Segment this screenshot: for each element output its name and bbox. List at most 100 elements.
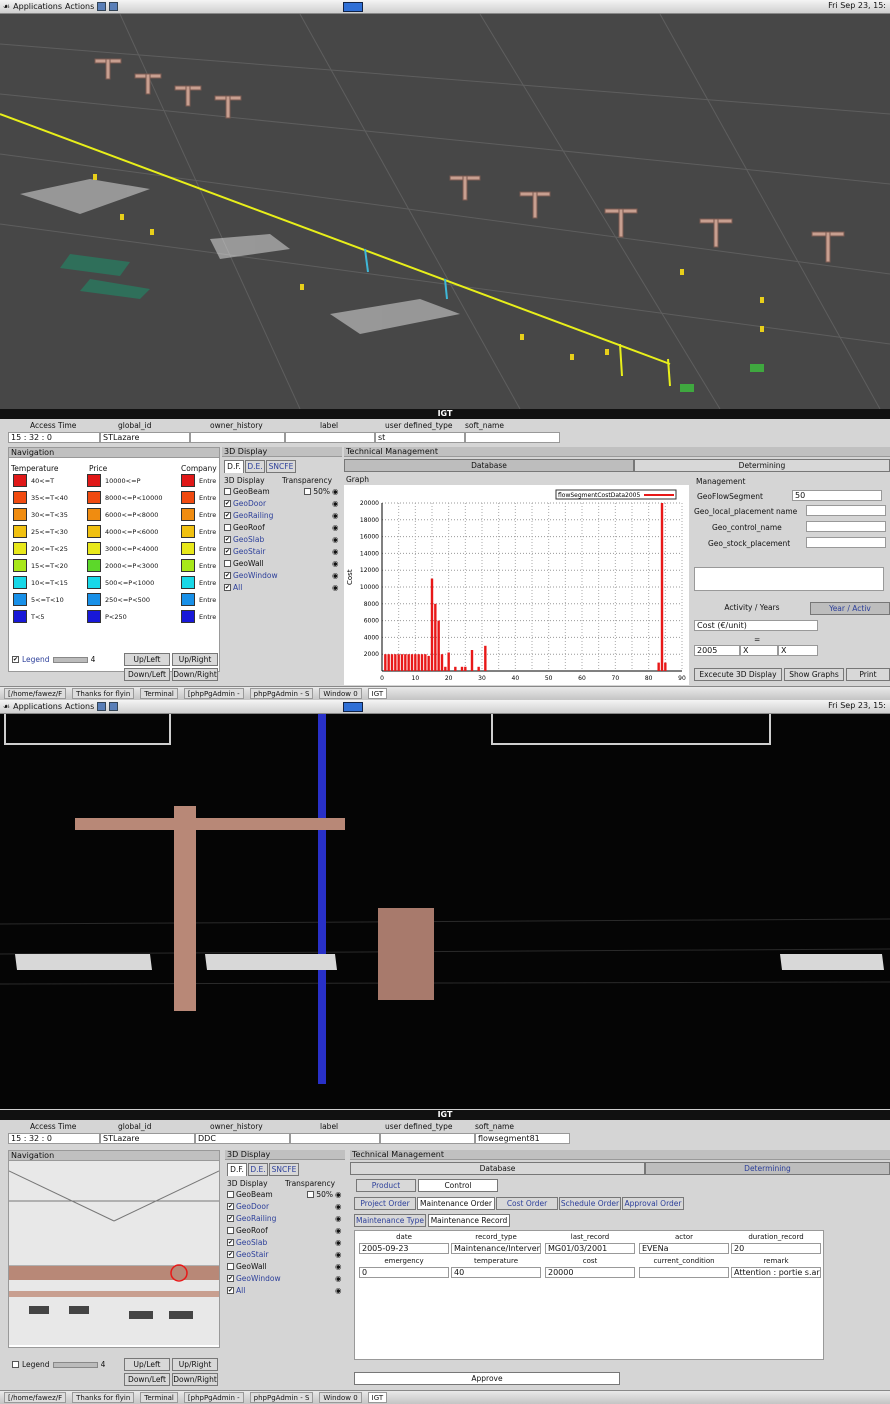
element-radio[interactable]: ◉ <box>332 547 342 556</box>
element-radio[interactable]: ◉ <box>332 571 342 580</box>
up-right-button[interactable]: Up/Right <box>172 653 218 666</box>
legend-slider[interactable] <box>52 656 88 663</box>
access-time-field[interactable]: 15 : 32 : 0 <box>8 432 100 443</box>
year-select[interactable]: 2005 <box>694 645 740 656</box>
legend-checkbox[interactable] <box>12 1361 19 1368</box>
control-name-select[interactable] <box>806 521 886 532</box>
selection-list[interactable] <box>694 567 884 591</box>
element-checkbox[interactable]: ✔ <box>227 1286 234 1294</box>
record-value-3[interactable] <box>639 1267 729 1278</box>
element-checkbox[interactable]: ✔ <box>224 511 231 519</box>
determining-tab[interactable]: Determining <box>634 459 890 472</box>
element-radio[interactable]: ◉ <box>335 1274 345 1283</box>
element-radio[interactable]: ◉ <box>332 523 342 532</box>
element-radio[interactable]: ◉ <box>335 1286 345 1295</box>
task-file-manager[interactable]: [/home/fawez/F <box>4 1392 67 1403</box>
order-tab-4[interactable]: Approval Order <box>622 1197 684 1210</box>
actions-menu[interactable]: Actions <box>65 2 94 11</box>
terminal-launcher-icon[interactable] <box>109 702 119 711</box>
element-radio[interactable]: ◉ <box>332 535 342 544</box>
task-browser[interactable]: Thanks for flyin <box>72 688 135 699</box>
task-igt[interactable]: IGT <box>367 1392 388 1403</box>
up-left-button[interactable]: Up/Left <box>124 1358 170 1371</box>
global-id-field[interactable]: STLazare <box>100 432 190 443</box>
clock[interactable]: Fri Sep 23, 15: <box>828 1 886 10</box>
product-tab[interactable]: Product <box>356 1179 416 1192</box>
gnome-foot-icon[interactable]: ☙ <box>3 702 10 711</box>
x-select-2[interactable]: X <box>778 645 818 656</box>
element-checkbox[interactable] <box>224 559 231 567</box>
determining-tab[interactable]: Determining <box>645 1162 890 1175</box>
element-radio[interactable]: ◉ <box>335 1190 345 1199</box>
element-radio[interactable]: ◉ <box>332 487 342 496</box>
applications-menu[interactable]: Applications <box>13 2 62 11</box>
task-phppgadmin-2[interactable]: phpPgAdmin - S <box>249 1392 314 1403</box>
up-left-button[interactable]: Up/Left <box>124 653 170 666</box>
element-radio[interactable]: ◉ <box>332 511 342 520</box>
soft-name-field[interactable] <box>465 432 560 443</box>
gnome-foot-icon[interactable]: ☙ <box>3 2 10 11</box>
legend-slider[interactable] <box>52 1361 98 1368</box>
user-type-field[interactable]: st <box>375 432 465 443</box>
element-radio[interactable]: ◉ <box>332 583 342 592</box>
element-checkbox[interactable] <box>224 523 231 531</box>
database-tab[interactable]: Database <box>350 1162 645 1175</box>
owner-history-field[interactable]: DDC <box>195 1133 290 1144</box>
execute-3d-button[interactable]: Excecute 3D Display <box>694 668 782 681</box>
order-tab-1[interactable]: Maintenance Order <box>417 1197 495 1210</box>
scene-3d-closeup[interactable] <box>0 714 890 1109</box>
task-terminal[interactable]: Terminal <box>140 688 178 699</box>
element-checkbox[interactable]: ✔ <box>227 1214 234 1222</box>
element-radio[interactable]: ◉ <box>335 1238 345 1247</box>
tab-sncfe[interactable]: SNCFE <box>269 1163 299 1176</box>
local-placement-select[interactable] <box>806 505 886 516</box>
element-checkbox[interactable]: ✔ <box>224 571 231 579</box>
task-file-manager[interactable]: [/home/fawez/F <box>4 688 67 699</box>
element-checkbox[interactable]: ✔ <box>224 547 231 555</box>
element-checkbox[interactable]: ✔ <box>224 499 231 507</box>
task-window-0[interactable]: Window 0 <box>319 1392 362 1403</box>
record-value-3[interactable]: EVENa <box>639 1243 729 1254</box>
element-checkbox[interactable] <box>227 1262 234 1270</box>
task-phppgadmin-2[interactable]: phpPgAdmin - S <box>249 688 314 699</box>
element-toggle-geodoor[interactable]: ✔ GeoDoor ◉ <box>224 497 342 509</box>
transparency-checkbox[interactable] <box>307 1190 315 1198</box>
element-toggle-geodoor[interactable]: ✔ GeoDoor ◉ <box>227 1200 345 1212</box>
element-toggle-georailing[interactable]: ✔ GeoRailing ◉ <box>227 1212 345 1224</box>
tab-df[interactable]: D.F. <box>227 1163 247 1176</box>
element-toggle-geoslab[interactable]: ✔ GeoSlab ◉ <box>224 533 342 545</box>
transparency-checkbox[interactable] <box>304 487 312 495</box>
element-checkbox[interactable]: ✔ <box>227 1274 234 1282</box>
browser-launcher-icon[interactable] <box>97 702 107 711</box>
element-toggle-geobeam[interactable]: GeoBeam 50% ◉ <box>227 1188 345 1200</box>
tab-df[interactable]: D.F. <box>224 460 244 473</box>
workspace-indicator[interactable] <box>343 2 363 12</box>
element-toggle-geowall[interactable]: GeoWall ◉ <box>227 1260 345 1272</box>
owner-history-field[interactable] <box>190 432 285 443</box>
down-right-button[interactable]: Down/Right <box>172 1373 218 1386</box>
element-radio[interactable]: ◉ <box>335 1202 345 1211</box>
element-toggle-geostair[interactable]: ✔ GeoStair ◉ <box>227 1248 345 1260</box>
legend-checkbox[interactable]: ✔ <box>12 656 19 663</box>
element-checkbox[interactable]: ✔ <box>227 1238 234 1246</box>
record-value-4[interactable]: Attention : portie s.arra <box>731 1267 821 1278</box>
tab-de[interactable]: D.E. <box>245 460 265 473</box>
terminal-launcher-icon[interactable] <box>109 2 119 11</box>
tab-sncfe[interactable]: SNCFE <box>266 460 296 473</box>
record-value-4[interactable]: 20 <box>731 1243 821 1254</box>
access-time-field[interactable]: 15 : 32 : 0 <box>8 1133 100 1144</box>
soft-name-field[interactable]: flowsegment81 <box>475 1133 570 1144</box>
show-graphs-button[interactable]: Show Graphs <box>784 668 844 681</box>
maintenance-type-tab[interactable]: Maintenance Type <box>354 1214 426 1227</box>
element-radio[interactable]: ◉ <box>335 1250 345 1259</box>
global-id-field[interactable]: STLazare <box>100 1133 195 1144</box>
record-value-0[interactable]: 2005-09-23 <box>359 1243 449 1254</box>
record-value-2[interactable]: MG01/03/2001 <box>545 1243 635 1254</box>
down-right-button[interactable]: Down/Right <box>172 668 218 681</box>
database-tab[interactable]: Database <box>344 459 634 472</box>
window-title-igt[interactable]: IGT <box>0 409 890 419</box>
element-radio[interactable]: ◉ <box>335 1214 345 1223</box>
down-left-button[interactable]: Down/Left <box>124 1373 170 1386</box>
element-checkbox[interactable] <box>224 487 231 495</box>
element-toggle-geowindow[interactable]: ✔ GeoWindow ◉ <box>227 1272 345 1284</box>
